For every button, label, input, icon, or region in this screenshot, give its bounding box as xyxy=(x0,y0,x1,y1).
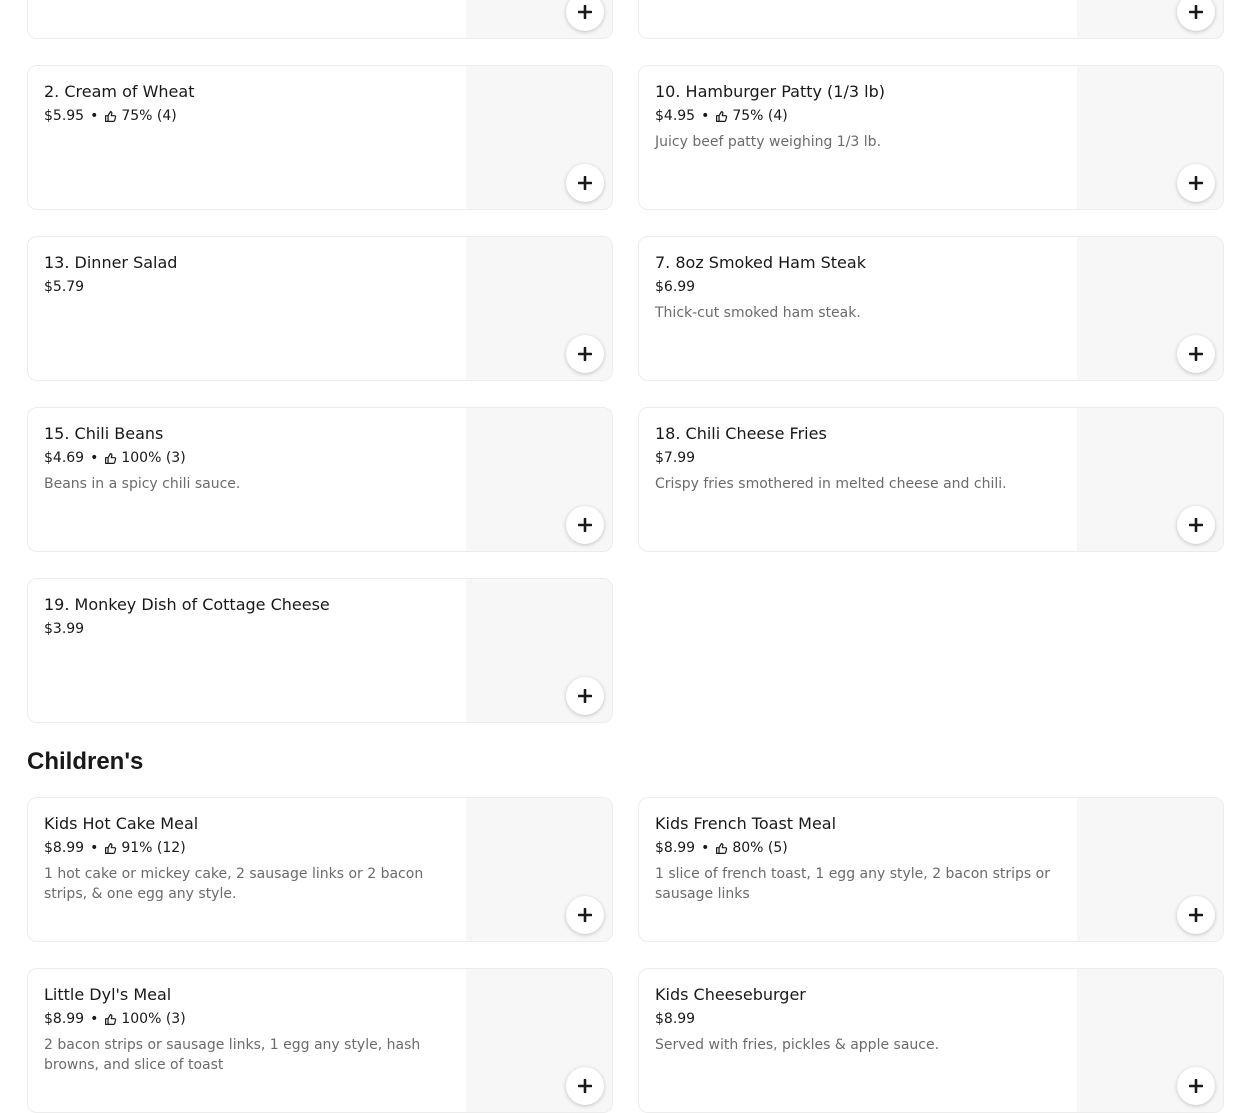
item-rating: 75% (4) xyxy=(121,108,177,124)
item-price: $6.99 xyxy=(655,279,696,295)
menu-item-card[interactable]: Kids Cheeseburger $8.99 Served with frie… xyxy=(638,968,1224,1113)
plus-icon xyxy=(578,347,592,361)
item-name: 10. Hamburger Patty (1/3 lb) xyxy=(655,82,885,101)
menu-item-card[interactable]: 15. Chili Beans $4.69 • 100% (3) Beans i… xyxy=(27,407,613,552)
item-name: Kids Hot Cake Meal xyxy=(44,814,199,833)
item-name: Kids Cheeseburger xyxy=(655,985,806,1004)
item-meta: $8.99 • 91% (12) xyxy=(44,840,186,856)
menu-item-card[interactable]: 18. Chili Cheese Fries $7.99 Crispy frie… xyxy=(638,407,1224,552)
item-name: Little Dyl's Meal xyxy=(44,985,172,1004)
menu-item-card[interactable]: 10. Hamburger Patty (1/3 lb) $4.95 • 75%… xyxy=(638,65,1224,210)
thumbs-up-icon xyxy=(104,452,117,465)
item-meta: $6.99 xyxy=(655,279,695,295)
item-price: $7.99 xyxy=(655,450,696,466)
item-meta: $5.79 xyxy=(44,279,84,295)
add-item-button[interactable] xyxy=(566,896,604,934)
menu-item-card[interactable]: Kids French Toast Meal $8.99 • 80% (5) 1… xyxy=(638,797,1224,942)
menu-item-card[interactable]: Little Dyl's Meal $8.99 • 100% (3) 2 bac… xyxy=(27,968,613,1113)
item-name: 7. 8oz Smoked Ham Steak xyxy=(655,253,866,272)
add-item-button[interactable] xyxy=(1177,896,1215,934)
menu-item-card[interactable]: 7. 8oz Smoked Ham Steak $6.99 Thick-cut … xyxy=(638,236,1224,381)
add-item-button[interactable] xyxy=(566,677,604,715)
add-item-button[interactable] xyxy=(566,506,604,544)
separator-dot: • xyxy=(701,840,710,856)
separator-dot: • xyxy=(90,108,99,124)
item-price: $8.99 xyxy=(44,1011,85,1027)
item-price: $5.95 xyxy=(44,108,85,124)
item-description: 2 bacon strips or sausage links, 1 egg a… xyxy=(44,1037,421,1073)
item-name: 19. Monkey Dish of Cottage Cheese xyxy=(44,595,330,614)
item-rating: 75% (4) xyxy=(732,108,788,124)
plus-icon xyxy=(1189,518,1203,532)
item-name: 18. Chili Cheese Fries xyxy=(655,424,827,443)
item-meta: $3.99 xyxy=(44,621,84,637)
menu-item-card[interactable]: 13. Dinner Salad $5.79 xyxy=(27,236,613,381)
item-meta: $8.99 • 80% (5) xyxy=(655,840,788,856)
plus-icon xyxy=(578,518,592,532)
plus-icon xyxy=(1189,1079,1203,1093)
plus-icon xyxy=(1189,5,1203,19)
add-item-button[interactable] xyxy=(1177,164,1215,202)
plus-icon xyxy=(578,5,592,19)
plus-icon xyxy=(1189,176,1203,190)
thumbs-up-icon xyxy=(715,110,728,123)
item-meta: $4.95 • 75% (4) xyxy=(655,108,788,124)
item-description: Served with fries, pickles & apple sauce… xyxy=(655,1037,940,1053)
menu-item-card[interactable]: 19. Monkey Dish of Cottage Cheese $3.99 xyxy=(27,578,613,723)
item-description: Thick-cut smoked ham steak. xyxy=(655,305,861,321)
item-name: Kids French Toast Meal xyxy=(655,814,837,833)
item-meta: $8.99 • 100% (3) xyxy=(44,1011,186,1027)
item-meta: $5.95 • 75% (4) xyxy=(44,108,177,124)
separator-dot: • xyxy=(90,450,99,466)
add-item-button[interactable] xyxy=(566,1067,604,1105)
item-price: $5.79 xyxy=(44,279,85,295)
item-description: Crispy fries smothered in melted cheese … xyxy=(655,476,1007,492)
item-price: $4.95 xyxy=(655,108,696,124)
item-description: 1 hot cake or mickey cake, 2 sausage lin… xyxy=(44,866,424,902)
plus-icon xyxy=(578,1079,592,1093)
item-price: $8.99 xyxy=(44,840,85,856)
item-meta: $4.69 • 100% (3) xyxy=(44,450,186,466)
add-item-button[interactable] xyxy=(1177,1067,1215,1105)
add-item-button[interactable] xyxy=(1177,506,1215,544)
thumbs-up-icon xyxy=(715,842,728,855)
item-price: $8.99 xyxy=(655,840,696,856)
section-title-childrens: Children's xyxy=(27,748,144,775)
item-description: Beans in a spicy chili sauce. xyxy=(44,476,241,492)
separator-dot: • xyxy=(90,1011,99,1027)
menu-item-card[interactable]: Kids Hot Cake Meal $8.99 • 91% (12) 1 ho… xyxy=(27,797,613,942)
add-item-button[interactable] xyxy=(1177,335,1215,373)
item-meta: $8.99 xyxy=(655,1011,695,1027)
menu-item-card[interactable]: 2. Cream of Wheat $5.95 • 75% (4) xyxy=(27,65,613,210)
menu-item-card[interactable] xyxy=(27,0,613,39)
plus-icon xyxy=(1189,347,1203,361)
plus-icon xyxy=(578,689,592,703)
item-description: 1 slice of french toast, 1 egg any style… xyxy=(655,866,1050,902)
thumbs-up-icon xyxy=(104,842,117,855)
separator-dot: • xyxy=(90,840,99,856)
thumbs-up-icon xyxy=(104,1013,117,1026)
plus-icon xyxy=(1189,908,1203,922)
menu-item-card[interactable] xyxy=(638,0,1224,39)
separator-dot: • xyxy=(701,108,710,124)
item-name: 2. Cream of Wheat xyxy=(44,82,195,101)
item-price: $8.99 xyxy=(655,1011,696,1027)
plus-icon xyxy=(578,908,592,922)
item-name: 13. Dinner Salad xyxy=(44,253,178,272)
plus-icon xyxy=(578,176,592,190)
item-rating: 100% (3) xyxy=(121,1011,186,1027)
item-rating: 100% (3) xyxy=(121,450,186,466)
item-description: Juicy beef patty weighing 1/3 lb. xyxy=(655,134,882,150)
item-rating: 80% (5) xyxy=(732,840,788,856)
thumbs-up-icon xyxy=(104,110,117,123)
item-meta: $7.99 xyxy=(655,450,695,466)
add-item-button[interactable] xyxy=(566,335,604,373)
item-rating: 91% (12) xyxy=(121,840,186,856)
add-item-button[interactable] xyxy=(566,164,604,202)
item-name: 15. Chili Beans xyxy=(44,424,164,443)
item-price: $3.99 xyxy=(44,621,85,637)
item-price: $4.69 xyxy=(44,450,85,466)
